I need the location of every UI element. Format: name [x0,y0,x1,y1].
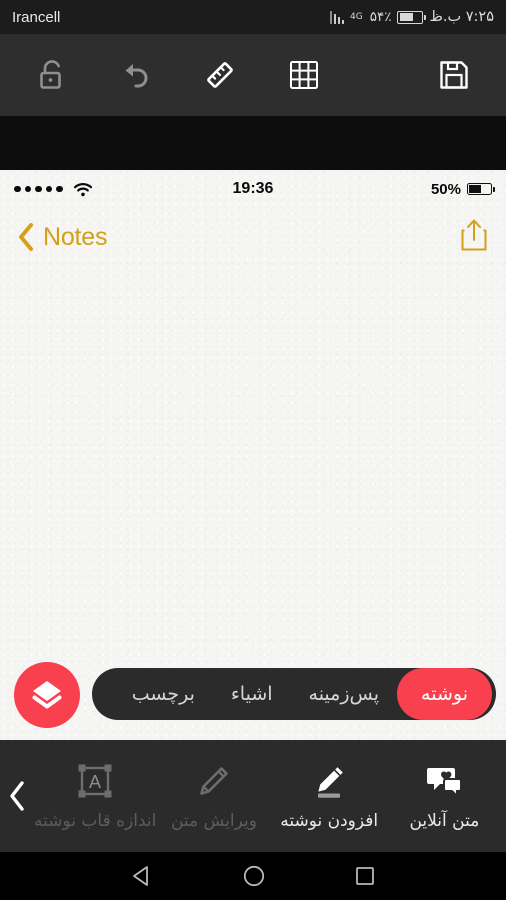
tab-stickers[interactable]: برچسب [114,668,213,720]
ios-battery-icon [467,183,495,195]
text-frame-icon: A [74,762,116,802]
android-status-bar: ۷:۲۵ ب.ظ ۵۴٪ 4G Irancell [0,0,506,34]
undo-icon [125,64,148,88]
phone-screen: ۷:۲۵ ب.ظ ۵۴٪ 4G Irancell 19:36 50% Notes… [0,0,506,900]
grid-icon [290,61,318,89]
pencil-underline-icon [310,762,348,802]
ios-signal-dots-icon [14,182,93,197]
nav-recents-button[interactable] [353,864,377,888]
category-tabs: نوشته پس‌زمینه اشیاء برچسب [91,668,496,720]
nav-back-button[interactable] [129,863,155,889]
carrier-label: Irancell [12,8,61,26]
chevron-left-icon [19,223,33,251]
recents-square-icon [356,867,374,885]
android-battery-percent: ۵۴٪ [369,9,392,25]
back-triangle-icon [133,866,148,886]
ios-battery-percent: 50% [430,180,461,198]
layers-fab-button[interactable] [14,662,80,728]
tool-edit-text[interactable]: ویرایش متن [156,762,271,831]
share-icon [461,219,487,251]
lock-button[interactable] [24,47,80,103]
save-icon [440,61,468,89]
category-tab-row: نوشته پس‌زمینه اشیاء برچسب [0,654,506,740]
network-type-label: 4G [350,12,363,22]
note-canvas[interactable] [0,266,506,646]
layers-icon [32,681,62,709]
ruler-button[interactable] [192,47,248,103]
ios-battery-group: 50% [430,180,495,198]
undo-button[interactable] [108,47,164,103]
back-to-notes-button[interactable]: Notes [16,221,108,253]
nav-home-button[interactable] [241,863,267,889]
android-nav-bar [0,852,506,900]
app-toolbar [0,34,506,116]
android-battery-icon [397,10,426,24]
pencil-icon [196,762,232,802]
tools-back-button[interactable] [0,740,34,852]
tool-text-frame-size-label: اندازه قاب نوشته [34,810,157,831]
share-button[interactable] [458,216,490,258]
grid-button[interactable] [276,47,332,103]
chevron-left-icon [10,781,24,811]
wifi-icon [73,182,92,196]
tool-online-text-label: متن آنلاین [409,810,480,831]
mirrored-ios-screen: 19:36 50% Notes [0,170,506,740]
tool-add-text-label: افزودن نوشته [280,810,379,831]
tab-text[interactable]: نوشته [397,668,492,720]
tab-objects[interactable]: اشیاء [213,668,291,720]
save-button[interactable] [426,47,482,103]
status-left-group: ۷:۲۵ ب.ظ ۵۴٪ 4G [329,9,495,25]
chat-heart-icon [424,762,464,802]
ruler-icon [207,62,233,88]
ios-status-bar: 19:36 50% [0,170,506,208]
home-circle-icon [243,865,265,887]
lock-icon [40,60,61,89]
back-button-label: Notes [43,222,108,251]
tab-background[interactable]: پس‌زمینه [291,668,398,720]
svg-text:A: A [89,772,101,792]
tool-online-text[interactable]: متن آنلاین [387,762,502,831]
tool-add-text[interactable]: افزودن نوشته [272,762,387,831]
signal-bars-icon [329,10,344,24]
tool-text-frame-size[interactable]: A اندازه قاب نوشته [34,762,156,831]
android-clock: ۷:۲۵ ب.ظ [429,9,494,25]
letterbox-strip [0,116,506,170]
bottom-tool-strip: متن آنلاین افزودن نوشته ویرایش متن A اند… [0,740,506,852]
tool-edit-text-label: ویرایش متن [170,810,257,831]
ios-nav-bar: Notes [0,208,506,266]
